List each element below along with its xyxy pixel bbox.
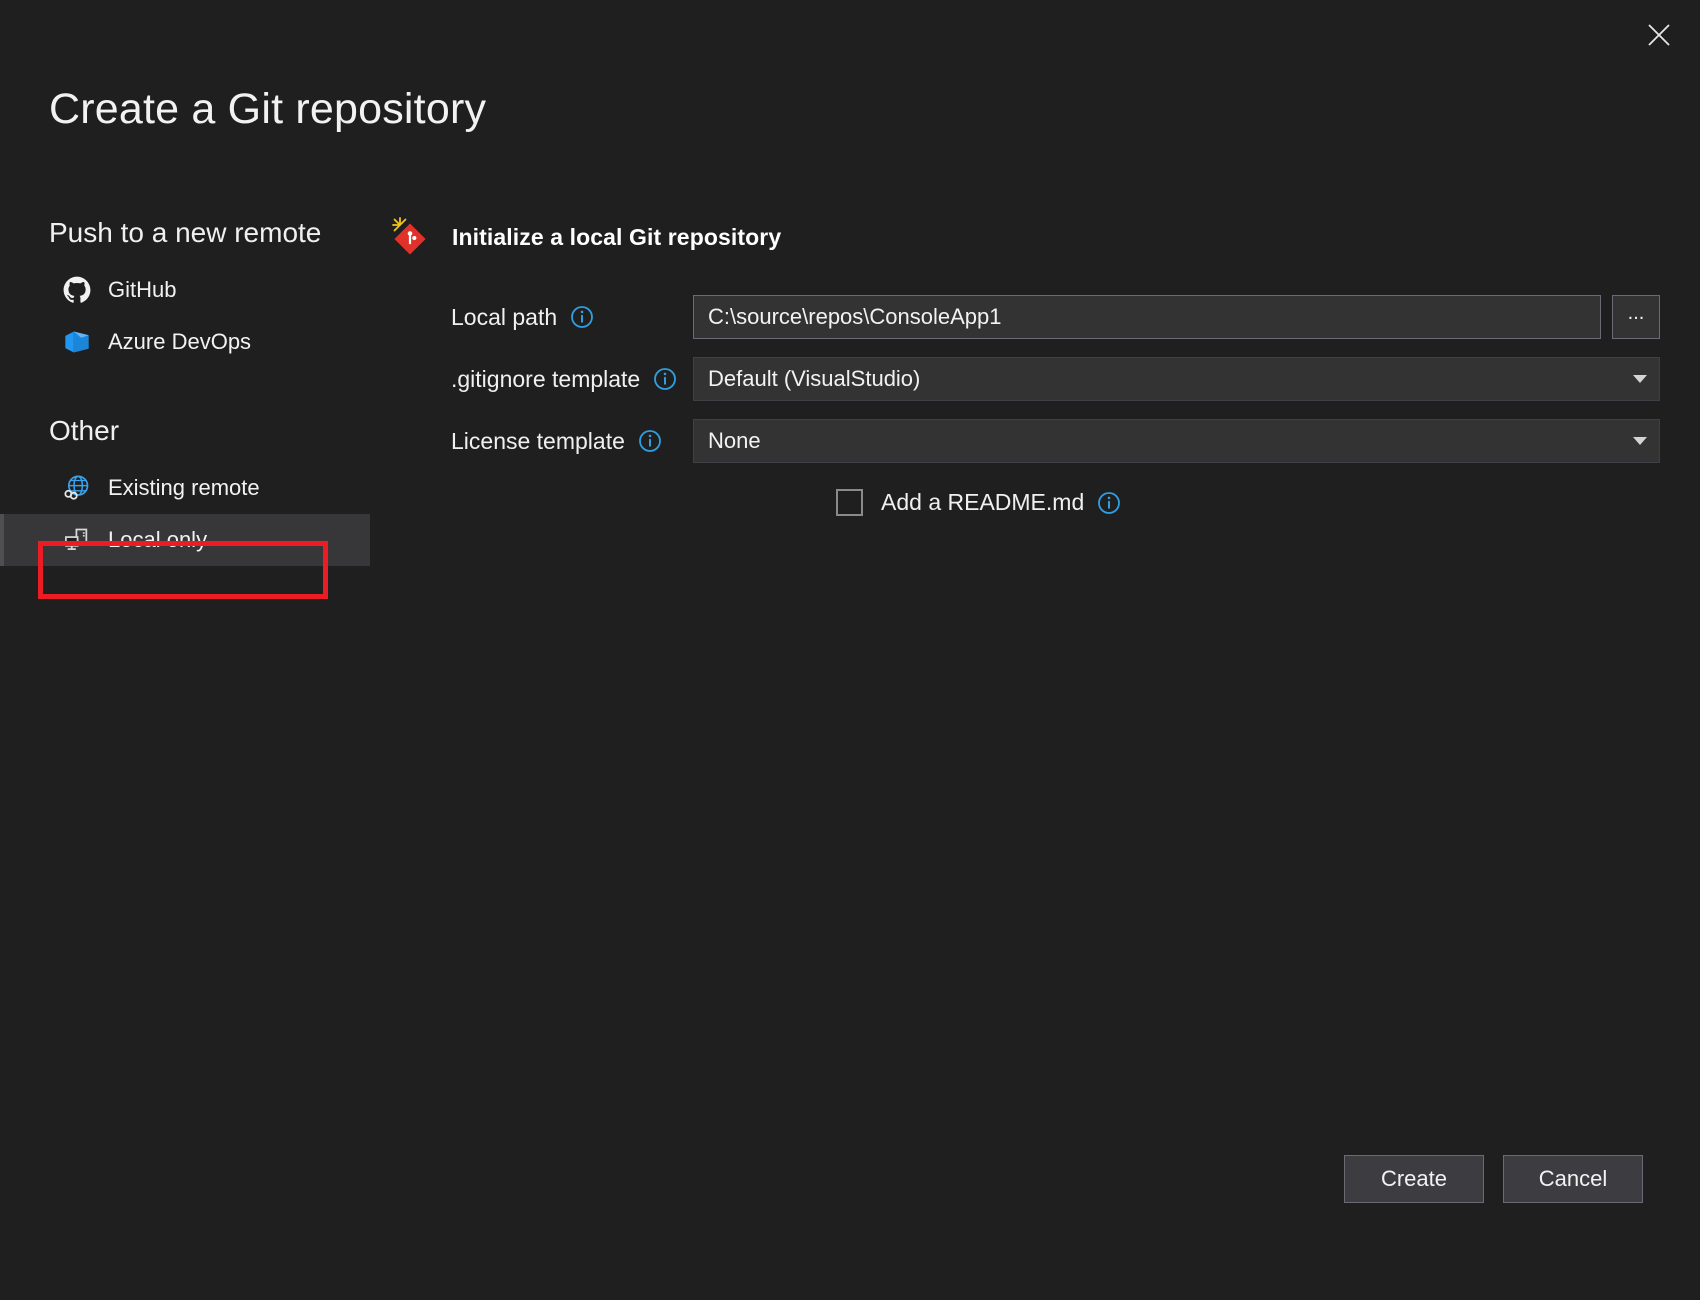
page-title: Create a Git repository bbox=[49, 86, 486, 133]
local-path-label-group: Local path bbox=[388, 305, 693, 329]
azure-devops-icon bbox=[62, 327, 92, 357]
gitignore-field-wrap: Default (VisualStudio) bbox=[693, 357, 1660, 401]
gitignore-select[interactable]: Default (VisualStudio) bbox=[693, 357, 1660, 401]
github-icon bbox=[62, 275, 92, 305]
sidebar-item-existing-remote[interactable]: Existing remote bbox=[0, 462, 370, 514]
dialog-footer: Create Cancel bbox=[1344, 1155, 1643, 1203]
sidebar-item-label: Local only bbox=[108, 529, 207, 551]
gitignore-label-group: .gitignore template bbox=[388, 367, 693, 391]
info-icon[interactable] bbox=[638, 429, 662, 453]
git-repository-icon bbox=[388, 215, 432, 259]
chevron-down-icon bbox=[1633, 375, 1647, 383]
local-computer-icon bbox=[62, 525, 92, 555]
local-path-input[interactable] bbox=[693, 295, 1601, 339]
chevron-down-icon bbox=[1633, 437, 1647, 445]
form-row-license: License template None bbox=[388, 419, 1660, 463]
panel-heading: Initialize a local Git repository bbox=[388, 215, 1660, 259]
sidebar: Push to a new remote GitHub Azure DevOps… bbox=[0, 215, 370, 566]
sidebar-item-local-only[interactable]: Local only bbox=[0, 514, 370, 566]
readme-checkbox[interactable] bbox=[836, 489, 863, 516]
info-icon[interactable] bbox=[653, 367, 677, 391]
browse-button[interactable]: ... bbox=[1612, 295, 1660, 339]
license-label: License template bbox=[451, 430, 625, 453]
form-row-local-path: Local path ... bbox=[388, 295, 1660, 339]
license-field-wrap: None bbox=[693, 419, 1660, 463]
sidebar-group-title-remote: Push to a new remote bbox=[0, 215, 370, 250]
panel-title-text: Initialize a local Git repository bbox=[452, 224, 781, 251]
gitignore-selected-value: Default (VisualStudio) bbox=[708, 366, 920, 392]
create-git-repository-dialog: Create a Git repository Push to a new re… bbox=[0, 0, 1700, 1300]
info-icon[interactable] bbox=[1097, 491, 1121, 515]
license-selected-value: None bbox=[708, 428, 761, 454]
sidebar-item-github[interactable]: GitHub bbox=[0, 264, 370, 316]
sidebar-item-label: Existing remote bbox=[108, 477, 260, 499]
sidebar-item-label: Azure DevOps bbox=[108, 331, 251, 353]
sidebar-item-label: GitHub bbox=[108, 279, 176, 301]
cancel-button[interactable]: Cancel bbox=[1503, 1155, 1643, 1203]
form-row-gitignore: .gitignore template Default (VisualStudi… bbox=[388, 357, 1660, 401]
license-label-group: License template bbox=[388, 429, 693, 453]
close-icon[interactable] bbox=[1636, 14, 1682, 56]
local-path-label: Local path bbox=[451, 306, 557, 329]
gitignore-label: .gitignore template bbox=[451, 368, 640, 391]
create-button[interactable]: Create bbox=[1344, 1155, 1484, 1203]
local-path-field-wrap: ... bbox=[693, 295, 1660, 339]
readme-label: Add a README.md bbox=[881, 491, 1084, 514]
main-panel: Initialize a local Git repository Local … bbox=[388, 215, 1660, 516]
license-select[interactable]: None bbox=[693, 419, 1660, 463]
readme-checkbox-row: Add a README.md bbox=[388, 489, 1660, 516]
globe-link-icon bbox=[62, 473, 92, 503]
info-icon[interactable] bbox=[570, 305, 594, 329]
sidebar-item-azure-devops[interactable]: Azure DevOps bbox=[0, 316, 370, 368]
sidebar-group-title-other: Other bbox=[0, 413, 370, 448]
